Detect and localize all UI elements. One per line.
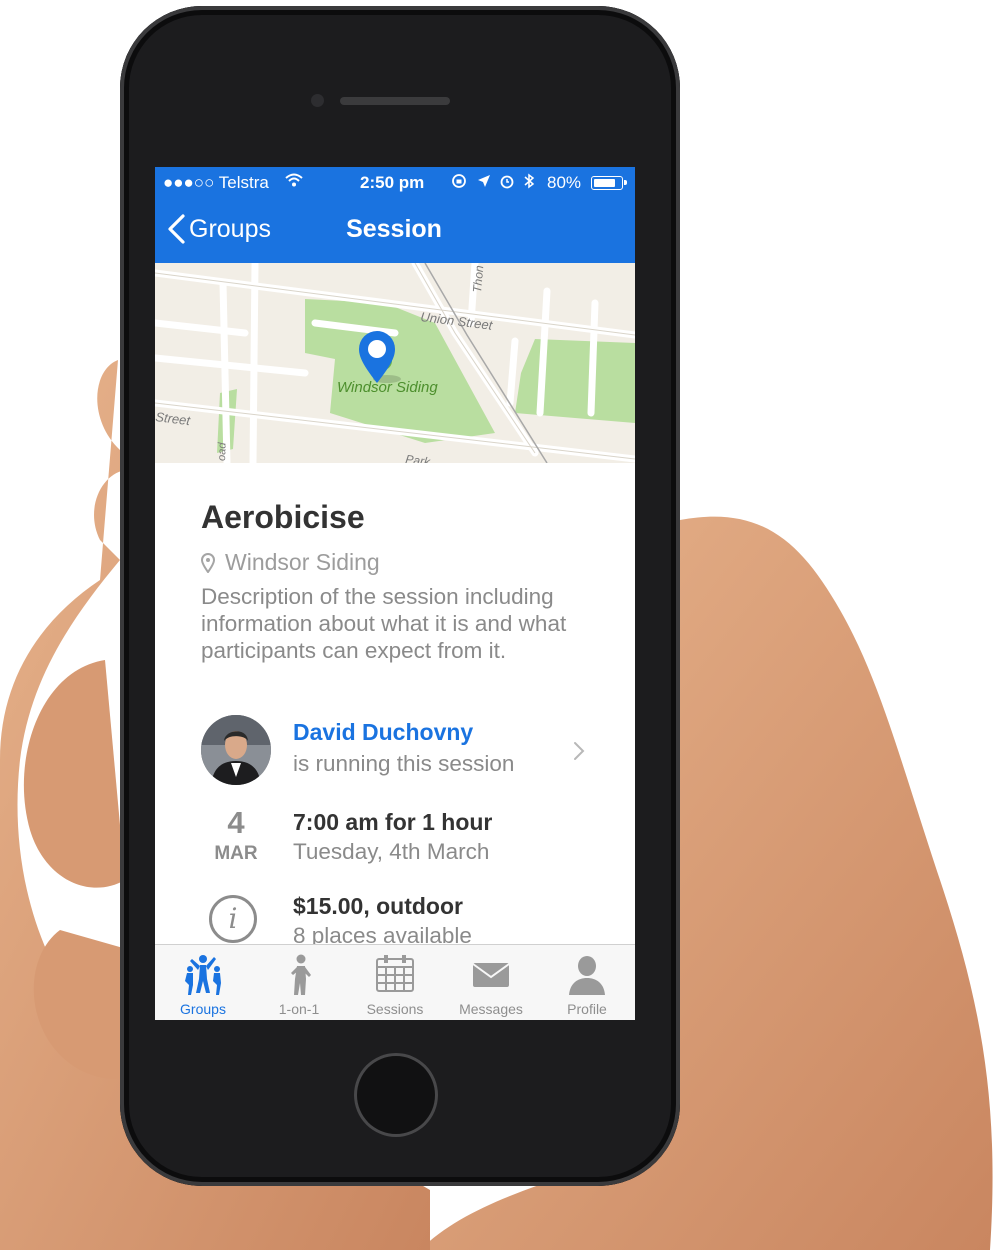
info-icon: i xyxy=(209,895,257,943)
tab-groups[interactable]: Groups xyxy=(155,945,251,1020)
host-name-link[interactable]: David Duchovny xyxy=(293,719,473,746)
tab-profile[interactable]: Profile xyxy=(539,945,635,1020)
session-details: Aerobicise Windsor Siding Description of… xyxy=(155,463,635,948)
session-time: 7:00 am for 1 hour xyxy=(293,809,493,835)
tab-label: 1-on-1 xyxy=(278,1001,320,1017)
session-location: Windsor Siding xyxy=(201,549,380,576)
map-canvas: Union Street Street Thon Park oad Windso… xyxy=(155,263,635,463)
tab-label: Messages xyxy=(459,1001,523,1017)
tab-label: Groups xyxy=(180,1001,226,1017)
location-pin-icon xyxy=(201,552,215,573)
location-arrow-icon xyxy=(478,175,490,187)
front-camera xyxy=(311,94,324,107)
status-time: 2:50 pm xyxy=(360,173,425,192)
map-label-road: oad xyxy=(216,441,229,461)
map-view[interactable]: Union Street Street Thon Park oad Windso… xyxy=(155,263,635,463)
tab-label: Profile xyxy=(567,1001,607,1017)
rotation-lock-icon xyxy=(452,174,466,188)
person-icon xyxy=(569,956,605,995)
page-title: Session xyxy=(346,215,442,243)
calendar-icon xyxy=(376,955,414,992)
location-text: Windsor Siding xyxy=(225,549,380,575)
park-area-east xyxy=(515,339,635,423)
earpiece-speaker xyxy=(340,97,450,105)
battery-fill xyxy=(594,179,615,187)
session-description: Description of the session including inf… xyxy=(201,584,567,663)
navigation-bar: Groups Session xyxy=(155,197,635,263)
session-date-row: 4 MAR 7:00 am for 1 hour Tuesday, 4th Ma… xyxy=(201,805,601,875)
tab-sessions[interactable]: Sessions xyxy=(347,945,443,1020)
envelope-icon xyxy=(472,963,510,987)
bluetooth-icon xyxy=(524,173,535,189)
host-row[interactable]: David Duchovny is running this session xyxy=(201,715,601,791)
session-price: $15.00, outdoor xyxy=(293,893,463,919)
carrier-label: ●●●○○ Telstra xyxy=(163,173,269,192)
map-label-park: Park xyxy=(405,452,432,463)
groups-icon xyxy=(185,955,221,995)
alarm-icon xyxy=(500,175,514,189)
battery-icon xyxy=(591,176,623,190)
tab-label: Sessions xyxy=(366,1001,424,1017)
map-label-thon: Thon xyxy=(470,264,486,293)
host-caption: is running this session xyxy=(293,751,515,776)
tab-bar: Groups 1-on-1 Sessions Messages Profile xyxy=(155,944,635,1020)
one-on-one-icon xyxy=(291,954,311,995)
date-day: 4 xyxy=(227,805,245,840)
date-month: MAR xyxy=(214,843,258,864)
tab-one-on-one[interactable]: 1-on-1 xyxy=(251,945,347,1020)
phone-screen: ●●●○○ Telstra 2:50 pm 80% Groups Session xyxy=(155,167,635,1020)
wifi-icon xyxy=(285,173,303,187)
battery-percent: 80% xyxy=(547,173,582,192)
chevron-right-icon xyxy=(574,742,585,760)
battery-tip xyxy=(624,180,627,185)
tab-messages[interactable]: Messages xyxy=(443,945,539,1020)
status-bar: ●●●○○ Telstra 2:50 pm 80% xyxy=(155,167,635,197)
home-button[interactable] xyxy=(354,1053,438,1137)
avatar xyxy=(201,715,271,785)
session-title: Aerobicise xyxy=(201,499,365,535)
session-date-long: Tuesday, 4th March xyxy=(293,839,490,864)
